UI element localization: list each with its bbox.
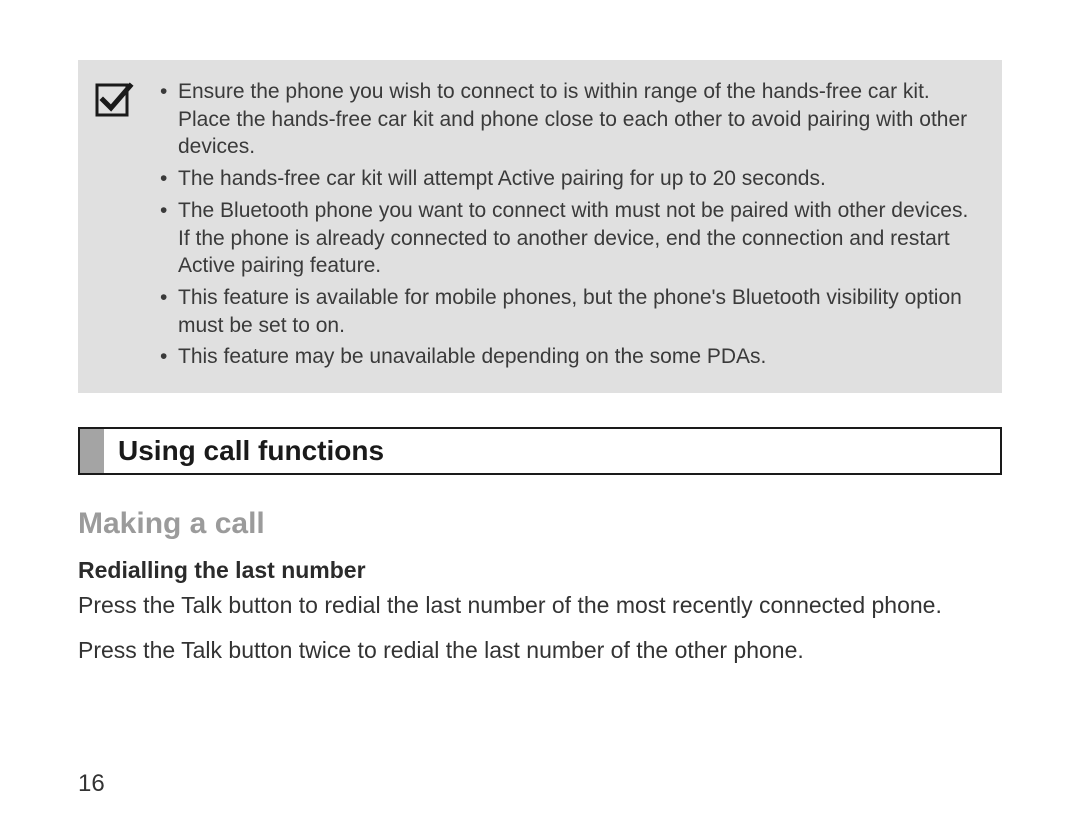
bullet-icon: • (160, 165, 167, 193)
note-item-text: This feature is available for mobile pho… (178, 286, 962, 337)
note-item-text: The Bluetooth phone you want to connect … (178, 199, 968, 277)
section-heading-accent (80, 429, 104, 473)
body-paragraph: Press the Talk button to redial the last… (78, 590, 1002, 621)
bullet-icon: • (160, 197, 167, 225)
note-item: • The Bluetooth phone you want to connect… (156, 197, 982, 280)
note-item: • This feature may be unavailable dependi… (156, 343, 982, 371)
bullet-icon: • (160, 284, 167, 312)
note-box: • Ensure the phone you wish to connect to… (78, 60, 1002, 393)
section-heading-text: Using call functions (104, 429, 398, 473)
subheading: Making a call (78, 507, 1002, 541)
body-paragraph: Press the Talk button twice to redial th… (78, 635, 1002, 666)
document-page: • Ensure the phone you wish to connect to… (0, 0, 1080, 840)
bullet-icon: • (160, 78, 167, 106)
note-item: • Ensure the phone you wish to connect to… (156, 78, 982, 161)
note-item-text: Ensure the phone you wish to connect to … (178, 80, 967, 158)
note-item-text: The hands-free car kit will attempt Acti… (178, 167, 826, 190)
subsubheading: Redialling the last number (78, 557, 1002, 584)
checkbox-icon (94, 80, 134, 120)
note-item-text: This feature may be unavailable dependin… (178, 345, 766, 368)
note-item: • This feature is available for mobile ph… (156, 284, 982, 339)
bullet-icon: • (160, 343, 167, 371)
page-number: 16 (78, 770, 105, 798)
note-item: • The hands-free car kit will attempt Act… (156, 165, 982, 193)
section-heading: Using call functions (78, 427, 1002, 475)
note-list: • Ensure the phone you wish to connect to… (156, 78, 982, 375)
